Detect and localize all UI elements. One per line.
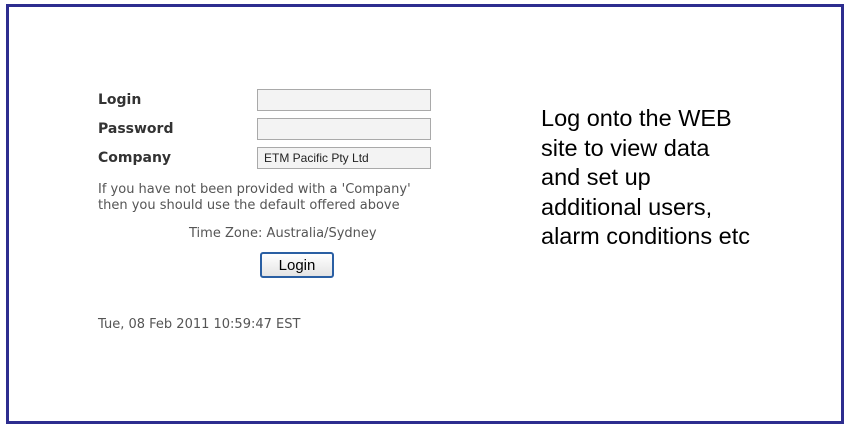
caption-line: and set up: [541, 164, 651, 190]
login-label: Login: [98, 92, 142, 108]
login-button[interactable]: Login: [260, 252, 334, 278]
caption-line: alarm conditions etc: [541, 223, 750, 249]
login-row: Login: [98, 89, 438, 113]
password-row: Password: [98, 118, 438, 142]
help-line-2: then you should use the default offered …: [98, 198, 400, 213]
password-label: Password: [98, 121, 174, 137]
caption-line: site to view data: [541, 134, 710, 161]
password-input[interactable]: [257, 118, 431, 140]
caption-line: Log onto the WEB: [541, 105, 732, 131]
company-help-text: If you have not been provided with a 'Co…: [98, 182, 411, 214]
instruction-caption: Log onto the WEB site to view data and s…: [541, 104, 841, 252]
help-line-1: If you have not been provided with a 'Co…: [98, 182, 411, 197]
company-input[interactable]: [257, 147, 431, 169]
company-label: Company: [98, 150, 172, 166]
server-timestamp: Tue, 08 Feb 2011 10:59:47 EST: [98, 317, 301, 332]
login-input[interactable]: [257, 89, 431, 111]
timezone-text: Time Zone: Australia/Sydney: [189, 226, 377, 241]
caption-line: additional users,: [541, 193, 713, 220]
company-row: Company: [98, 147, 438, 171]
